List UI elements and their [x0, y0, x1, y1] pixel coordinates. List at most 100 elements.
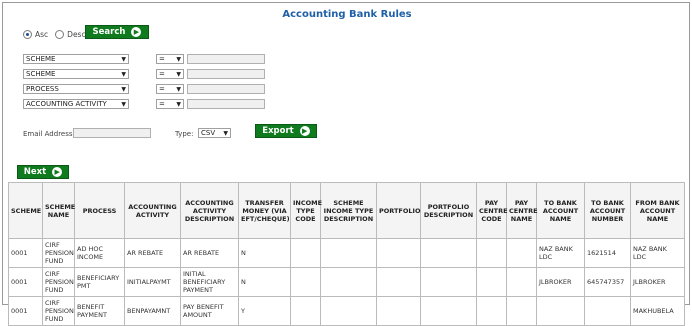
column-header: SCHEME NAME	[42, 182, 75, 239]
dropdown-arrow-icon: ▼	[176, 86, 181, 93]
column-header: PAY CENTRE NAME	[506, 182, 538, 239]
next-button[interactable]: Next ▶	[17, 165, 69, 179]
filter-operator-value: =	[159, 85, 165, 93]
asc-radio[interactable]	[23, 30, 32, 39]
table-cell	[320, 238, 377, 268]
table-cell: INITIALPAYMT	[124, 267, 181, 297]
arrow-right-icon: ▶	[52, 167, 63, 177]
filter-operator-select[interactable]: = ▼	[156, 99, 184, 109]
column-header: TO BANK ACCOUNT NAME	[536, 182, 585, 239]
results-table: SCHEME SCHEME NAME PROCESS ACCOUNTING AC…	[8, 182, 685, 326]
filter-value-input[interactable]	[187, 99, 265, 109]
table-cell: 0001	[8, 267, 43, 297]
filter-field-value: PROCESS	[26, 85, 59, 93]
table-cell	[320, 267, 377, 297]
table-cell: MAKHUBELA	[630, 296, 685, 326]
email-label: Email Address:	[23, 130, 75, 138]
type-select[interactable]: CSV ▼	[198, 128, 231, 138]
filter-value-input[interactable]	[187, 69, 265, 79]
arrow-right-icon: ▶	[299, 126, 310, 136]
filter-operator-value: =	[159, 55, 165, 63]
table-cell: PAY BENEFIT AMOUNT	[180, 296, 239, 326]
table-cell: AD HOC INCOME	[74, 238, 125, 268]
table-cell	[506, 267, 537, 297]
table-cell	[584, 296, 631, 326]
table-cell: 1621514	[584, 238, 631, 268]
column-header: TO BANK ACCOUNT NUMBER	[584, 182, 631, 239]
page-title: Accounting Bank Rules	[282, 9, 412, 20]
table-cell: N	[238, 267, 291, 297]
table-cell	[420, 267, 477, 297]
table-cell: AR REBATE	[180, 238, 239, 268]
filter-field-select[interactable]: SCHEME ▼	[23, 69, 129, 79]
column-header: TRANSFER MONEY (VIA EFT/CHEQUE)	[238, 182, 291, 239]
export-button-label: Export	[262, 126, 294, 136]
table-cell: BENPAYAMNT	[124, 296, 181, 326]
filter-field-select[interactable]: PROCESS ▼	[23, 84, 129, 94]
filter-value-input[interactable]	[187, 84, 265, 94]
column-header: PAY CENTRE CODE	[476, 182, 508, 239]
filter-value-input[interactable]	[187, 54, 265, 64]
table-cell	[420, 296, 477, 326]
email-field[interactable]	[73, 128, 151, 138]
table-row[interactable]: 0001 CIRF PENSION FUND AD HOC INCOME AR …	[8, 238, 685, 268]
table-cell	[376, 238, 421, 268]
filter-operator-select[interactable]: = ▼	[156, 84, 184, 94]
filter-field-value: ACCOUNTING ACTIVITY	[26, 100, 107, 108]
dropdown-arrow-icon: ▼	[121, 71, 126, 78]
table-cell: AR REBATE	[124, 238, 181, 268]
export-button[interactable]: Export ▶	[255, 124, 317, 138]
table-cell	[536, 296, 585, 326]
table-cell: 0001	[8, 238, 43, 268]
table-row[interactable]: 0001 CIRF PENSION FUND BENEFIT PAYMENT B…	[8, 296, 685, 326]
filter-operator-select[interactable]: = ▼	[156, 54, 184, 64]
asc-label: Asc	[35, 30, 49, 39]
arrow-right-icon: ▶	[131, 27, 142, 37]
type-label: Type:	[175, 130, 194, 138]
dropdown-arrow-icon: ▼	[121, 56, 126, 63]
table-cell	[506, 296, 537, 326]
table-cell	[376, 296, 421, 326]
search-button[interactable]: Search ▶	[85, 25, 149, 39]
column-header: SCHEME INCOME TYPE DESCRIPTION	[320, 182, 377, 239]
dropdown-arrow-icon: ▼	[176, 101, 181, 108]
next-button-label: Next	[23, 167, 47, 177]
column-header: PORTFOLIO DESCRIPTION	[420, 182, 477, 239]
table-cell: JLBROKER	[536, 267, 585, 297]
filter-operator-select[interactable]: = ▼	[156, 69, 184, 79]
table-cell: 0001	[8, 296, 43, 326]
table-cell	[476, 238, 507, 268]
table-cell: CIRF PENSION FUND	[42, 238, 75, 268]
table-cell	[420, 238, 477, 268]
dropdown-arrow-icon: ▼	[223, 130, 228, 137]
table-cell: INITIAL BENEFICIARY PAYMENT	[180, 267, 239, 297]
type-value: CSV	[201, 129, 216, 137]
table-cell: 645747357	[584, 267, 631, 297]
table-cell: JLBROKER	[630, 267, 685, 297]
sort-options: Asc Desc	[23, 30, 86, 39]
table-row[interactable]: 0001 CIRF PENSION FUND BENEFICIARY PMT I…	[8, 267, 685, 297]
filter-field-select[interactable]: SCHEME ▼	[23, 54, 129, 64]
table-header-row: SCHEME SCHEME NAME PROCESS ACCOUNTING AC…	[8, 182, 685, 239]
table-cell	[376, 267, 421, 297]
desc-radio[interactable]	[55, 30, 65, 39]
dropdown-arrow-icon: ▼	[121, 86, 126, 93]
dropdown-arrow-icon: ▼	[176, 71, 181, 78]
table-cell	[290, 296, 321, 326]
filter-operator-value: =	[159, 100, 165, 108]
table-cell: N	[238, 238, 291, 268]
table-cell: CIRF PENSION FUND	[42, 296, 75, 326]
filter-operator-value: =	[159, 70, 165, 78]
table-cell: BENEFIT PAYMENT	[74, 296, 125, 326]
column-header: ACCOUNTING ACTIVITY DESCRIPTION	[180, 182, 239, 239]
column-header: PORTFOLIO	[376, 182, 421, 239]
table-cell	[476, 267, 507, 297]
table-cell: CIRF PENSION FUND	[42, 267, 75, 297]
dropdown-arrow-icon: ▼	[121, 101, 126, 108]
table-cell: Y	[238, 296, 291, 326]
column-header: INCOME TYPE CODE	[290, 182, 322, 239]
filter-field-select[interactable]: ACCOUNTING ACTIVITY ▼	[23, 99, 129, 109]
table-cell	[320, 296, 377, 326]
table-cell	[506, 238, 537, 268]
column-header: PROCESS	[74, 182, 125, 239]
